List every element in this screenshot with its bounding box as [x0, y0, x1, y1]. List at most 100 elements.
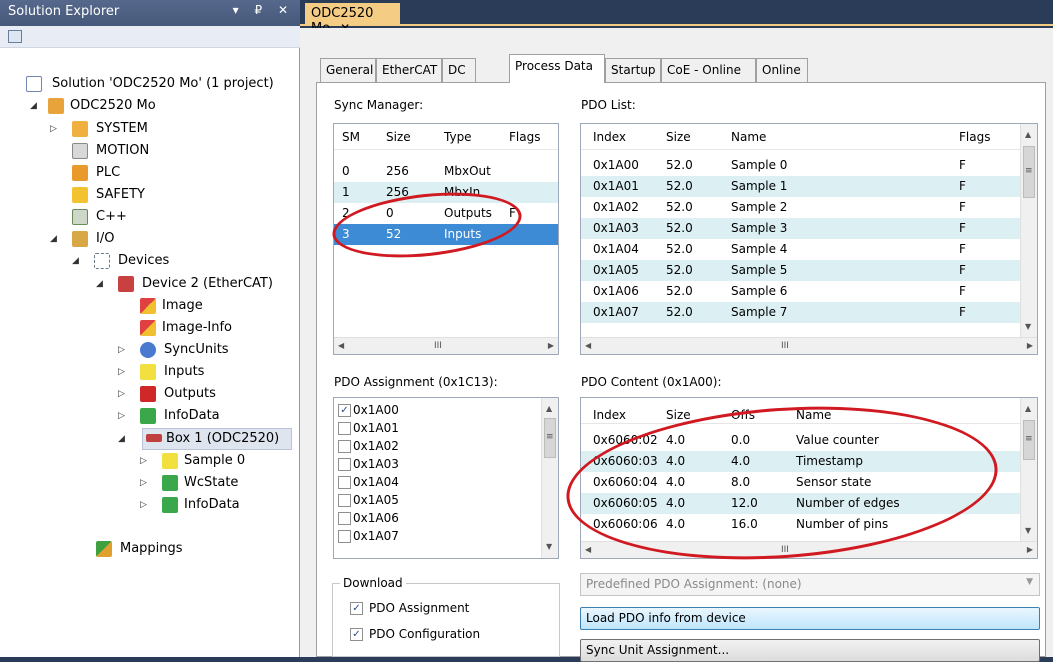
list-item[interactable]: 0x1A01: [334, 419, 534, 439]
load-pdo-info-button[interactable]: Load PDO info from device: [580, 607, 1040, 630]
scroll-left-icon[interactable]: ◀: [585, 341, 591, 350]
tree-item-infodata[interactable]: ▷ InfoData: [118, 405, 288, 427]
table-row-selected[interactable]: 3 52 Inputs: [334, 224, 558, 245]
sync-manager-list[interactable]: SM Size Type Flags 0 256 MbxOut 1 256 Mb…: [333, 123, 559, 355]
tree-item-outputs[interactable]: ▷ Outputs: [118, 383, 288, 405]
checkbox[interactable]: [338, 422, 351, 435]
column-header-index[interactable]: Index: [593, 408, 626, 422]
sync-unit-assignment-button[interactable]: Sync Unit Assignment...: [580, 639, 1040, 662]
table-row[interactable]: 0x1A00 52.0 Sample 0 F: [581, 155, 1037, 176]
table-row[interactable]: 0x6060:06 4.0 16.0 Number of pins: [581, 514, 1037, 535]
list-item[interactable]: 0x1A05: [334, 491, 534, 511]
list-item[interactable]: 0x1A07: [334, 527, 534, 547]
column-header-flags[interactable]: Flags: [509, 130, 540, 144]
tree-item-infodata-box[interactable]: ▷ InfoData: [140, 494, 290, 516]
table-row[interactable]: 0x1A02 52.0 Sample 2 F: [581, 197, 1037, 218]
scroll-down-icon[interactable]: ▼: [1025, 526, 1031, 535]
document-tab[interactable]: ODC2520 Mo✕: [305, 3, 400, 36]
scroll-up-icon[interactable]: ▲: [1025, 404, 1031, 413]
table-row[interactable]: 0x6060:04 4.0 8.0 Sensor state: [581, 472, 1037, 493]
scroll-down-icon[interactable]: ▼: [1025, 322, 1031, 331]
tree-item-inputs[interactable]: ▷ Inputs: [118, 361, 288, 383]
tree-item-system[interactable]: ▷ SYSTEM: [50, 118, 290, 140]
tree-item-cpp[interactable]: C++: [72, 206, 292, 228]
tab-general[interactable]: General: [320, 58, 376, 82]
vertical-scrollbar[interactable]: ▲ ≡ ▼: [541, 398, 558, 558]
tree-item-safety[interactable]: SAFETY: [72, 184, 292, 206]
table-row[interactable]: 0x1A01 52.0 Sample 1 F: [581, 176, 1037, 197]
tab-dc[interactable]: DC: [442, 58, 476, 82]
column-header-type[interactable]: Type: [444, 130, 472, 144]
list-item[interactable]: 0x1A02: [334, 437, 534, 457]
column-header-offs[interactable]: Offs: [731, 408, 755, 422]
checkbox[interactable]: [338, 512, 351, 525]
collapse-arrow-icon[interactable]: ▷: [118, 339, 125, 361]
tree-item-image-info[interactable]: Image-Info: [140, 317, 290, 339]
pdo-content-list[interactable]: Index Size Offs Name 0x6060:02 4.0 0.0 Valu…: [580, 397, 1038, 559]
horizontal-scrollbar[interactable]: ◀ III ▶: [581, 541, 1037, 558]
scroll-down-icon[interactable]: ▼: [546, 542, 552, 551]
column-header-size[interactable]: Size: [666, 130, 691, 144]
tree-item-device-ethercat[interactable]: ◢ Device 2 (EtherCAT): [96, 273, 294, 295]
collapse-arrow-icon[interactable]: ▷: [118, 361, 125, 383]
scroll-up-icon[interactable]: ▲: [546, 404, 552, 413]
pdo-configuration-option[interactable]: ✓ PDO Configuration: [350, 627, 550, 645]
vertical-scrollbar[interactable]: ▲ ≡ ▼: [1020, 398, 1037, 542]
table-row[interactable]: 0x6060:02 4.0 0.0 Value counter: [581, 430, 1037, 451]
expand-arrow-icon[interactable]: ◢: [72, 250, 79, 272]
vertical-scrollbar[interactable]: ▲ ≡ ▼: [1020, 124, 1037, 338]
tree-item-box1[interactable]: ◢ Box 1 (ODC2520): [118, 428, 294, 450]
checkbox[interactable]: [338, 476, 351, 489]
expand-arrow-icon[interactable]: ◢: [30, 95, 37, 117]
tree-item-plc[interactable]: PLC: [72, 162, 292, 184]
tree-item-project[interactable]: ◢ ODC2520 Mo: [30, 95, 290, 117]
table-row[interactable]: 2 0 Outputs F: [334, 203, 558, 224]
table-row[interactable]: 0x1A05 52.0 Sample 5 F: [581, 260, 1037, 281]
column-header-flags[interactable]: Flags: [959, 130, 990, 144]
tree-item-syncunits[interactable]: ▷ SyncUnits: [118, 339, 288, 361]
tab-online[interactable]: Online: [756, 58, 808, 82]
scroll-right-icon[interactable]: ▶: [1027, 545, 1033, 554]
table-row[interactable]: 0x1A07 52.0 Sample 7 F: [581, 302, 1037, 323]
tree-item-wcstate[interactable]: ▷ WcState: [140, 472, 290, 494]
properties-icon[interactable]: [8, 30, 22, 43]
tab-ethercat[interactable]: EtherCAT: [376, 58, 442, 82]
column-header-name[interactable]: Name: [796, 408, 831, 422]
pdo-configuration-checkbox[interactable]: ✓: [350, 628, 363, 641]
checkbox[interactable]: [338, 530, 351, 543]
pdo-assignment-list[interactable]: ✓ 0x1A00 0x1A01 0x1A02 0x1A03 0x1A04 0x1A…: [333, 397, 559, 559]
table-row[interactable]: 0x6060:03 4.0 4.0 Timestamp: [581, 451, 1037, 472]
list-item[interactable]: ✓ 0x1A00: [334, 401, 534, 421]
pdo-assignment-option[interactable]: ✓ PDO Assignment: [350, 601, 550, 619]
checkbox[interactable]: [338, 440, 351, 453]
checkbox[interactable]: ✓: [338, 404, 351, 417]
collapse-arrow-icon[interactable]: ▷: [140, 472, 147, 494]
pdo-assignment-checkbox[interactable]: ✓: [350, 602, 363, 615]
tab-startup[interactable]: Startup: [605, 58, 661, 82]
collapse-arrow-icon[interactable]: ▷: [140, 494, 147, 516]
collapse-arrow-icon[interactable]: ▷: [118, 405, 125, 427]
tree-item-solution[interactable]: Solution 'ODC2520 Mo' (1 project): [26, 73, 296, 95]
horizontal-scrollbar[interactable]: ◀ III ▶: [581, 337, 1037, 354]
collapse-arrow-icon[interactable]: ▷: [140, 450, 147, 472]
window-buttons[interactable]: ▾ ₽ ✕: [233, 3, 294, 17]
list-item[interactable]: 0x1A06: [334, 509, 534, 529]
column-header-size[interactable]: Size: [666, 408, 691, 422]
column-header-size[interactable]: Size: [386, 130, 411, 144]
tree-item-io[interactable]: ◢ I/O: [50, 228, 290, 250]
horizontal-scrollbar[interactable]: ◀ III ▶: [334, 337, 558, 354]
tree-item-mappings[interactable]: Mappings: [96, 538, 286, 560]
scroll-up-icon[interactable]: ▲: [1025, 130, 1031, 139]
expand-arrow-icon[interactable]: ◢: [96, 273, 103, 295]
table-row[interactable]: 0x6060:05 4.0 12.0 Number of edges: [581, 493, 1037, 514]
table-row[interactable]: 0x1A03 52.0 Sample 3 F: [581, 218, 1037, 239]
tree-item-image[interactable]: Image: [140, 295, 290, 317]
tab-process-data[interactable]: Process Data: [509, 54, 605, 83]
checkbox[interactable]: [338, 494, 351, 507]
table-row[interactable]: 0x1A06 52.0 Sample 6 F: [581, 281, 1037, 302]
predefined-pdo-assignment-select[interactable]: Predefined PDO Assignment: (none) ▼: [580, 573, 1040, 596]
scroll-right-icon[interactable]: ▶: [548, 341, 554, 350]
tree-item-sample0[interactable]: ▷ Sample 0: [140, 450, 290, 472]
expand-arrow-icon[interactable]: ◢: [50, 228, 57, 250]
pdo-list[interactable]: Index Size Name Flags 0x1A00 52.0 Sample 0…: [580, 123, 1038, 355]
